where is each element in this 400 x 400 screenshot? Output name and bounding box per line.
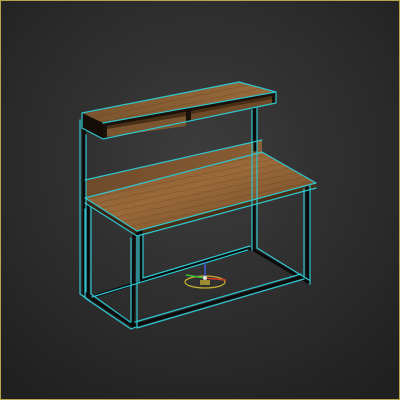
gizmo-plane-handle[interactable]: [200, 280, 210, 285]
perspective-viewport[interactable]: [0, 0, 400, 400]
viewport-canvas[interactable]: [0, 0, 400, 400]
